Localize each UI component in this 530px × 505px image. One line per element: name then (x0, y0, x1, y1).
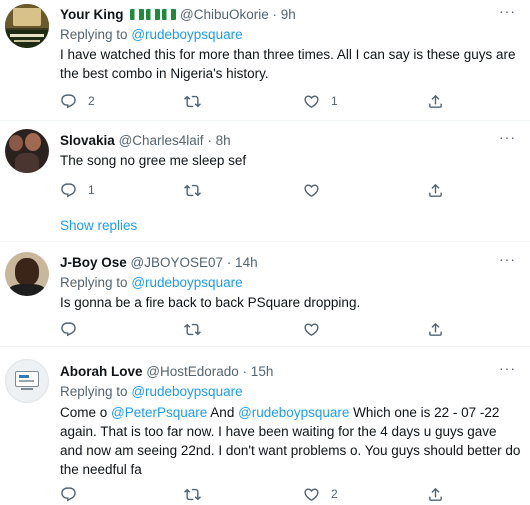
user-name[interactable]: Slovakia (60, 133, 115, 148)
user-name[interactable]: J-Boy Ose (60, 255, 127, 270)
share-button[interactable] (427, 92, 444, 110)
replying-to-label: Replying to (60, 384, 128, 399)
tweet-3[interactable]: J-Boy Ose @JBOYOSE07 · 14h ··· Replying … (0, 242, 530, 346)
user-handle[interactable]: @HostEdorado (146, 364, 239, 379)
replying-to-label: Replying to (60, 275, 128, 290)
more-icon[interactable]: ··· (499, 252, 516, 266)
user-handle[interactable]: @Charles4laif (119, 133, 204, 148)
more-icon[interactable]: ··· (499, 130, 516, 144)
like-button[interactable] (303, 181, 331, 199)
timestamp[interactable]: · 15h (243, 364, 274, 379)
tweet-text: I have watched this for more than three … (60, 47, 516, 81)
like-button[interactable]: 2 (303, 485, 338, 503)
reply-icon (60, 486, 77, 503)
like-icon (303, 93, 320, 110)
reply-button[interactable] (60, 320, 88, 338)
replying-to: Replying to @rudeboypsquare (60, 274, 243, 292)
tweet-1[interactable]: Your King @ChibuOkorie · 9h ··· Replying… (0, 0, 530, 120)
share-button[interactable] (427, 320, 444, 338)
retweet-button[interactable] (184, 92, 212, 110)
share-button[interactable] (427, 181, 444, 199)
reply-button[interactable] (60, 485, 88, 503)
tweet-2[interactable]: Slovakia @Charles4laif · 8h ··· The song… (0, 121, 530, 241)
tweet-text: The song no gree me sleep sef (60, 153, 247, 168)
more-icon[interactable]: ··· (499, 4, 516, 18)
mention-link[interactable]: @rudeboypsquare (131, 384, 242, 399)
user-handle[interactable]: @JBOYOSE07 (131, 255, 224, 270)
action-bar: 2 1 (60, 92, 460, 110)
like-count: 1 (331, 94, 338, 108)
retweet-button[interactable] (184, 485, 212, 503)
reply-icon (60, 182, 77, 199)
reply-count: 2 (88, 94, 95, 108)
retweet-button[interactable] (184, 181, 212, 199)
avatar[interactable] (5, 252, 49, 296)
retweet-button[interactable] (184, 320, 212, 338)
more-icon[interactable]: ··· (499, 361, 516, 375)
like-icon (303, 321, 320, 338)
avatar[interactable] (5, 4, 49, 48)
retweet-icon (184, 93, 201, 110)
reply-button[interactable]: 1 (60, 181, 95, 199)
user-handle[interactable]: @ChibuOkorie (180, 7, 269, 22)
action-bar: 2 (60, 485, 460, 503)
timestamp[interactable]: · 14h (227, 255, 258, 270)
mention-link-peterpsquare[interactable]: @PeterPsquare (111, 405, 207, 420)
reply-icon (60, 93, 77, 110)
user-name[interactable]: Aborah Love (60, 364, 143, 379)
action-bar: 1 (60, 181, 460, 199)
like-icon (303, 486, 320, 503)
retweet-icon (184, 321, 201, 338)
share-button[interactable] (427, 485, 444, 503)
reply-icon (60, 321, 77, 338)
mention-link[interactable]: @rudeboypsquare (131, 27, 242, 42)
tweet-4[interactable]: Aborah Love @HostEdorado · 15h ··· Reply… (0, 347, 530, 505)
tweet-text: Is gonna be a fire back to back PSquare … (60, 295, 361, 310)
mention-link[interactable]: @rudeboypsquare (131, 275, 242, 290)
tweet-text-part: Come o (60, 405, 112, 420)
retweet-icon (184, 486, 201, 503)
avatar[interactable] (5, 129, 49, 173)
tweet-text: Come o @PeterPsquare And @rudeboypsquare… (60, 403, 522, 479)
like-icon (303, 182, 320, 199)
show-replies-link[interactable]: Show replies (60, 217, 137, 235)
flag-emojis (130, 7, 177, 25)
timestamp[interactable]: · 9h (273, 7, 296, 22)
like-count: 2 (331, 487, 338, 501)
reply-count: 1 (88, 183, 95, 197)
like-button[interactable]: 1 (303, 92, 338, 110)
action-bar (60, 320, 460, 338)
tweet-text-part: And (207, 405, 239, 420)
replying-to-label: Replying to (60, 27, 128, 42)
replying-to: Replying to @rudeboypsquare (60, 26, 243, 44)
share-icon (427, 486, 444, 503)
share-icon (427, 182, 444, 199)
avatar[interactable] (5, 359, 49, 403)
mention-link-rudeboypsquare[interactable]: @rudeboypsquare (238, 405, 349, 420)
user-name[interactable]: Your King (60, 7, 124, 22)
share-icon (427, 321, 444, 338)
timestamp[interactable]: · 8h (207, 133, 230, 148)
replying-to: Replying to @rudeboypsquare (60, 383, 243, 401)
reply-button[interactable]: 2 (60, 92, 95, 110)
like-button[interactable] (303, 320, 331, 338)
retweet-icon (184, 182, 201, 199)
share-icon (427, 93, 444, 110)
